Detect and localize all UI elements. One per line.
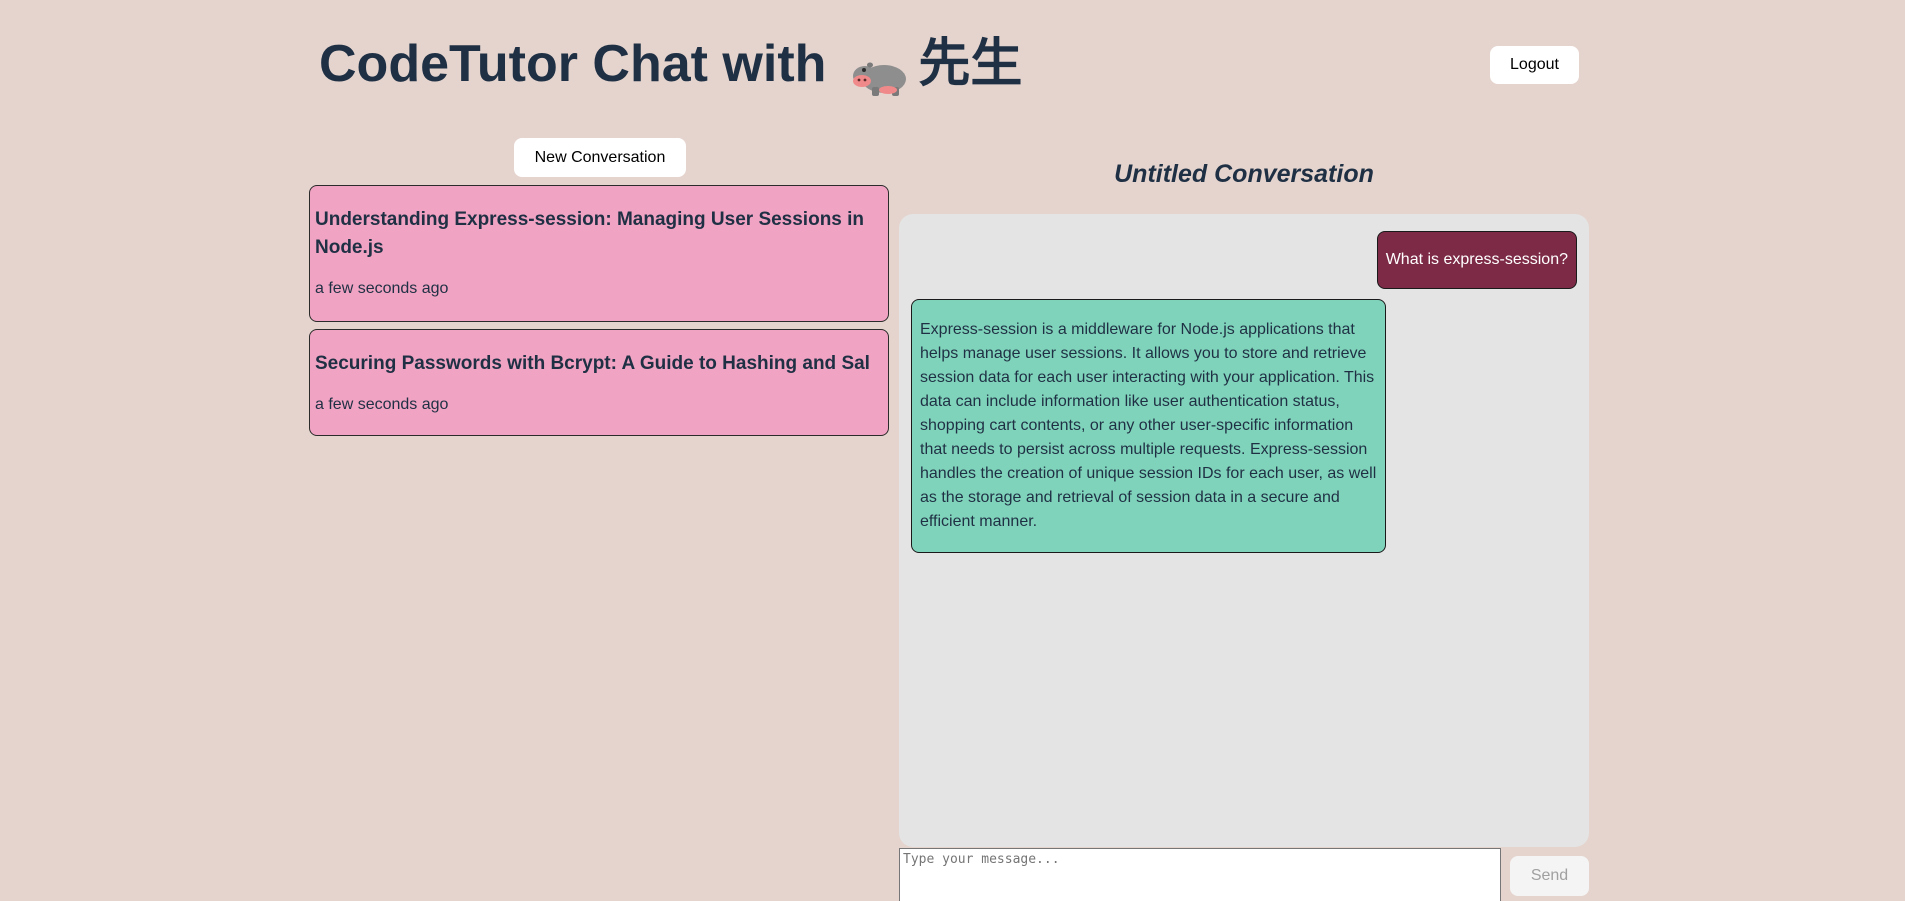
message-input[interactable] — [899, 848, 1501, 901]
conversation-item[interactable]: Securing Passwords with Bcrypt: A Guide … — [309, 329, 889, 436]
conversation-heading: Untitled Conversation — [1114, 160, 1374, 188]
page-title-suffix: 先生 — [918, 35, 1023, 93]
hippopotamus-icon — [852, 44, 910, 96]
conversation-title: Understanding Express-session: Managing … — [315, 209, 865, 258]
conversation-title: Securing Passwords with Bcrypt: A Guide … — [315, 353, 870, 374]
app-page: CodeTutor Chat with 先生 Logout New Conver… — [0, 0, 1905, 901]
user-message-bubble: What is express-session? — [1376, 231, 1577, 289]
assistant-message-bubble: Express-session is a middleware for Node… — [911, 299, 1386, 553]
chat-messages-panel[interactable]: What is express-session? Express-session… — [899, 214, 1589, 847]
new-conversation-button[interactable]: New Conversation — [514, 138, 686, 177]
conversation-timestamp: a few seconds ago — [315, 280, 449, 297]
page-title: CodeTutor Chat with 先生 — [319, 28, 1022, 100]
conversation-item[interactable]: Understanding Express-session: Managing … — [309, 185, 889, 322]
conversation-timestamp: a few seconds ago — [315, 396, 449, 413]
page-title-text: CodeTutor Chat with — [319, 35, 827, 93]
logout-button[interactable]: Logout — [1490, 46, 1579, 84]
send-button[interactable]: Send — [1510, 856, 1589, 896]
